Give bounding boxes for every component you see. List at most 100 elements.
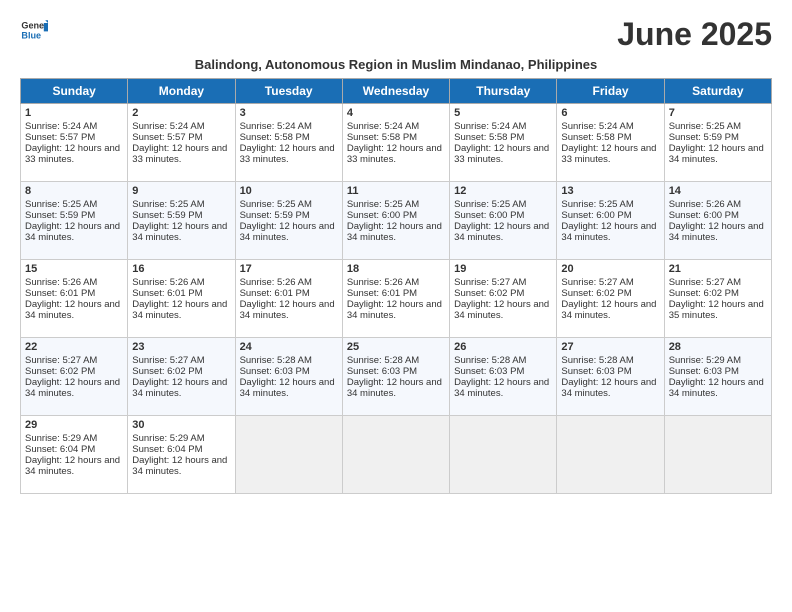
sunset-label: Sunset: 5:57 PM — [25, 132, 95, 143]
sunset-label: Sunset: 6:02 PM — [132, 366, 202, 377]
calendar-day-cell: 9 Sunrise: 5:25 AM Sunset: 5:59 PM Dayli… — [128, 182, 235, 260]
sunset-label: Sunset: 5:58 PM — [240, 132, 310, 143]
month-title: June 2025 — [617, 16, 772, 53]
calendar-day-cell: 2 Sunrise: 5:24 AM Sunset: 5:57 PM Dayli… — [128, 104, 235, 182]
sunrise-label: Sunrise: 5:24 AM — [25, 121, 97, 132]
day-number: 24 — [240, 341, 338, 353]
sunset-label: Sunset: 6:03 PM — [669, 366, 739, 377]
calendar-day-cell: 3 Sunrise: 5:24 AM Sunset: 5:58 PM Dayli… — [235, 104, 342, 182]
day-number: 29 — [25, 419, 123, 431]
daylight-label: Daylight: 12 hours and 34 minutes. — [561, 377, 656, 399]
calendar-day-cell: 12 Sunrise: 5:25 AM Sunset: 6:00 PM Dayl… — [450, 182, 557, 260]
sunset-label: Sunset: 5:59 PM — [669, 132, 739, 143]
day-number: 2 — [132, 107, 230, 119]
daylight-label: Daylight: 12 hours and 33 minutes. — [561, 143, 656, 165]
calendar-day-cell: 13 Sunrise: 5:25 AM Sunset: 6:00 PM Dayl… — [557, 182, 664, 260]
calendar-week-row: 1 Sunrise: 5:24 AM Sunset: 5:57 PM Dayli… — [21, 104, 772, 182]
daylight-label: Daylight: 12 hours and 34 minutes. — [561, 221, 656, 243]
calendar-day-cell: 10 Sunrise: 5:25 AM Sunset: 5:59 PM Dayl… — [235, 182, 342, 260]
calendar-day-cell: 1 Sunrise: 5:24 AM Sunset: 5:57 PM Dayli… — [21, 104, 128, 182]
sunrise-label: Sunrise: 5:24 AM — [561, 121, 633, 132]
sunrise-label: Sunrise: 5:27 AM — [25, 355, 97, 366]
sunrise-label: Sunrise: 5:27 AM — [561, 277, 633, 288]
daylight-label: Daylight: 12 hours and 34 minutes. — [347, 299, 442, 321]
header-saturday: Saturday — [664, 79, 771, 104]
sunset-label: Sunset: 6:01 PM — [132, 288, 202, 299]
calendar-day-cell: 19 Sunrise: 5:27 AM Sunset: 6:02 PM Dayl… — [450, 260, 557, 338]
day-number: 28 — [669, 341, 767, 353]
calendar-day-cell: 23 Sunrise: 5:27 AM Sunset: 6:02 PM Dayl… — [128, 338, 235, 416]
day-number: 20 — [561, 263, 659, 275]
daylight-label: Daylight: 12 hours and 34 minutes. — [561, 299, 656, 321]
sunrise-label: Sunrise: 5:24 AM — [347, 121, 419, 132]
day-number: 18 — [347, 263, 445, 275]
calendar-day-cell: 26 Sunrise: 5:28 AM Sunset: 6:03 PM Dayl… — [450, 338, 557, 416]
sunset-label: Sunset: 5:59 PM — [25, 210, 95, 221]
sunrise-label: Sunrise: 5:25 AM — [347, 199, 419, 210]
sunset-label: Sunset: 5:59 PM — [132, 210, 202, 221]
sunrise-label: Sunrise: 5:28 AM — [561, 355, 633, 366]
sunset-label: Sunset: 6:01 PM — [347, 288, 417, 299]
daylight-label: Daylight: 12 hours and 34 minutes. — [132, 221, 227, 243]
calendar-day-cell: 27 Sunrise: 5:28 AM Sunset: 6:03 PM Dayl… — [557, 338, 664, 416]
calendar-day-cell — [342, 416, 449, 494]
day-number: 9 — [132, 185, 230, 197]
daylight-label: Daylight: 12 hours and 35 minutes. — [669, 299, 764, 321]
daylight-label: Daylight: 12 hours and 34 minutes. — [132, 377, 227, 399]
sunrise-label: Sunrise: 5:25 AM — [561, 199, 633, 210]
daylight-label: Daylight: 12 hours and 34 minutes. — [347, 221, 442, 243]
weekday-header-row: Sunday Monday Tuesday Wednesday Thursday… — [21, 79, 772, 104]
daylight-label: Daylight: 12 hours and 34 minutes. — [347, 377, 442, 399]
daylight-label: Daylight: 12 hours and 33 minutes. — [25, 143, 120, 165]
daylight-label: Daylight: 12 hours and 34 minutes. — [454, 377, 549, 399]
sunrise-label: Sunrise: 5:26 AM — [669, 199, 741, 210]
sunset-label: Sunset: 6:03 PM — [454, 366, 524, 377]
daylight-label: Daylight: 12 hours and 34 minutes. — [240, 221, 335, 243]
daylight-label: Daylight: 12 hours and 34 minutes. — [669, 221, 764, 243]
daylight-label: Daylight: 12 hours and 33 minutes. — [347, 143, 442, 165]
day-number: 30 — [132, 419, 230, 431]
calendar-day-cell: 15 Sunrise: 5:26 AM Sunset: 6:01 PM Dayl… — [21, 260, 128, 338]
calendar-day-cell: 11 Sunrise: 5:25 AM Sunset: 6:00 PM Dayl… — [342, 182, 449, 260]
sunset-label: Sunset: 6:00 PM — [561, 210, 631, 221]
day-number: 3 — [240, 107, 338, 119]
sunset-label: Sunset: 5:57 PM — [132, 132, 202, 143]
sunrise-label: Sunrise: 5:25 AM — [454, 199, 526, 210]
daylight-label: Daylight: 12 hours and 34 minutes. — [25, 455, 120, 477]
header-thursday: Thursday — [450, 79, 557, 104]
sunrise-label: Sunrise: 5:27 AM — [454, 277, 526, 288]
sunrise-label: Sunrise: 5:29 AM — [25, 433, 97, 444]
daylight-label: Daylight: 12 hours and 34 minutes. — [240, 299, 335, 321]
calendar-week-row: 15 Sunrise: 5:26 AM Sunset: 6:01 PM Dayl… — [21, 260, 772, 338]
day-number: 27 — [561, 341, 659, 353]
calendar-day-cell: 30 Sunrise: 5:29 AM Sunset: 6:04 PM Dayl… — [128, 416, 235, 494]
sunset-label: Sunset: 5:59 PM — [240, 210, 310, 221]
day-number: 1 — [25, 107, 123, 119]
calendar-day-cell: 8 Sunrise: 5:25 AM Sunset: 5:59 PM Dayli… — [21, 182, 128, 260]
daylight-label: Daylight: 12 hours and 34 minutes. — [454, 221, 549, 243]
sunset-label: Sunset: 5:58 PM — [347, 132, 417, 143]
day-number: 6 — [561, 107, 659, 119]
calendar-day-cell — [557, 416, 664, 494]
header-wednesday: Wednesday — [342, 79, 449, 104]
calendar-week-row: 22 Sunrise: 5:27 AM Sunset: 6:02 PM Dayl… — [21, 338, 772, 416]
calendar-week-row: 8 Sunrise: 5:25 AM Sunset: 5:59 PM Dayli… — [21, 182, 772, 260]
day-number: 5 — [454, 107, 552, 119]
sunset-label: Sunset: 6:03 PM — [240, 366, 310, 377]
calendar-day-cell: 5 Sunrise: 5:24 AM Sunset: 5:58 PM Dayli… — [450, 104, 557, 182]
svg-text:Blue: Blue — [21, 30, 41, 40]
calendar-day-cell: 17 Sunrise: 5:26 AM Sunset: 6:01 PM Dayl… — [235, 260, 342, 338]
header-sunday: Sunday — [21, 79, 128, 104]
calendar-day-cell — [664, 416, 771, 494]
sunrise-label: Sunrise: 5:26 AM — [240, 277, 312, 288]
day-number: 15 — [25, 263, 123, 275]
sunrise-label: Sunrise: 5:25 AM — [669, 121, 741, 132]
daylight-label: Daylight: 12 hours and 33 minutes. — [240, 143, 335, 165]
logo-icon: General Blue — [20, 16, 48, 44]
calendar-day-cell: 16 Sunrise: 5:26 AM Sunset: 6:01 PM Dayl… — [128, 260, 235, 338]
sunset-label: Sunset: 6:02 PM — [454, 288, 524, 299]
daylight-label: Daylight: 12 hours and 34 minutes. — [669, 377, 764, 399]
calendar-day-cell: 22 Sunrise: 5:27 AM Sunset: 6:02 PM Dayl… — [21, 338, 128, 416]
sunset-label: Sunset: 6:01 PM — [240, 288, 310, 299]
sunset-label: Sunset: 5:58 PM — [454, 132, 524, 143]
